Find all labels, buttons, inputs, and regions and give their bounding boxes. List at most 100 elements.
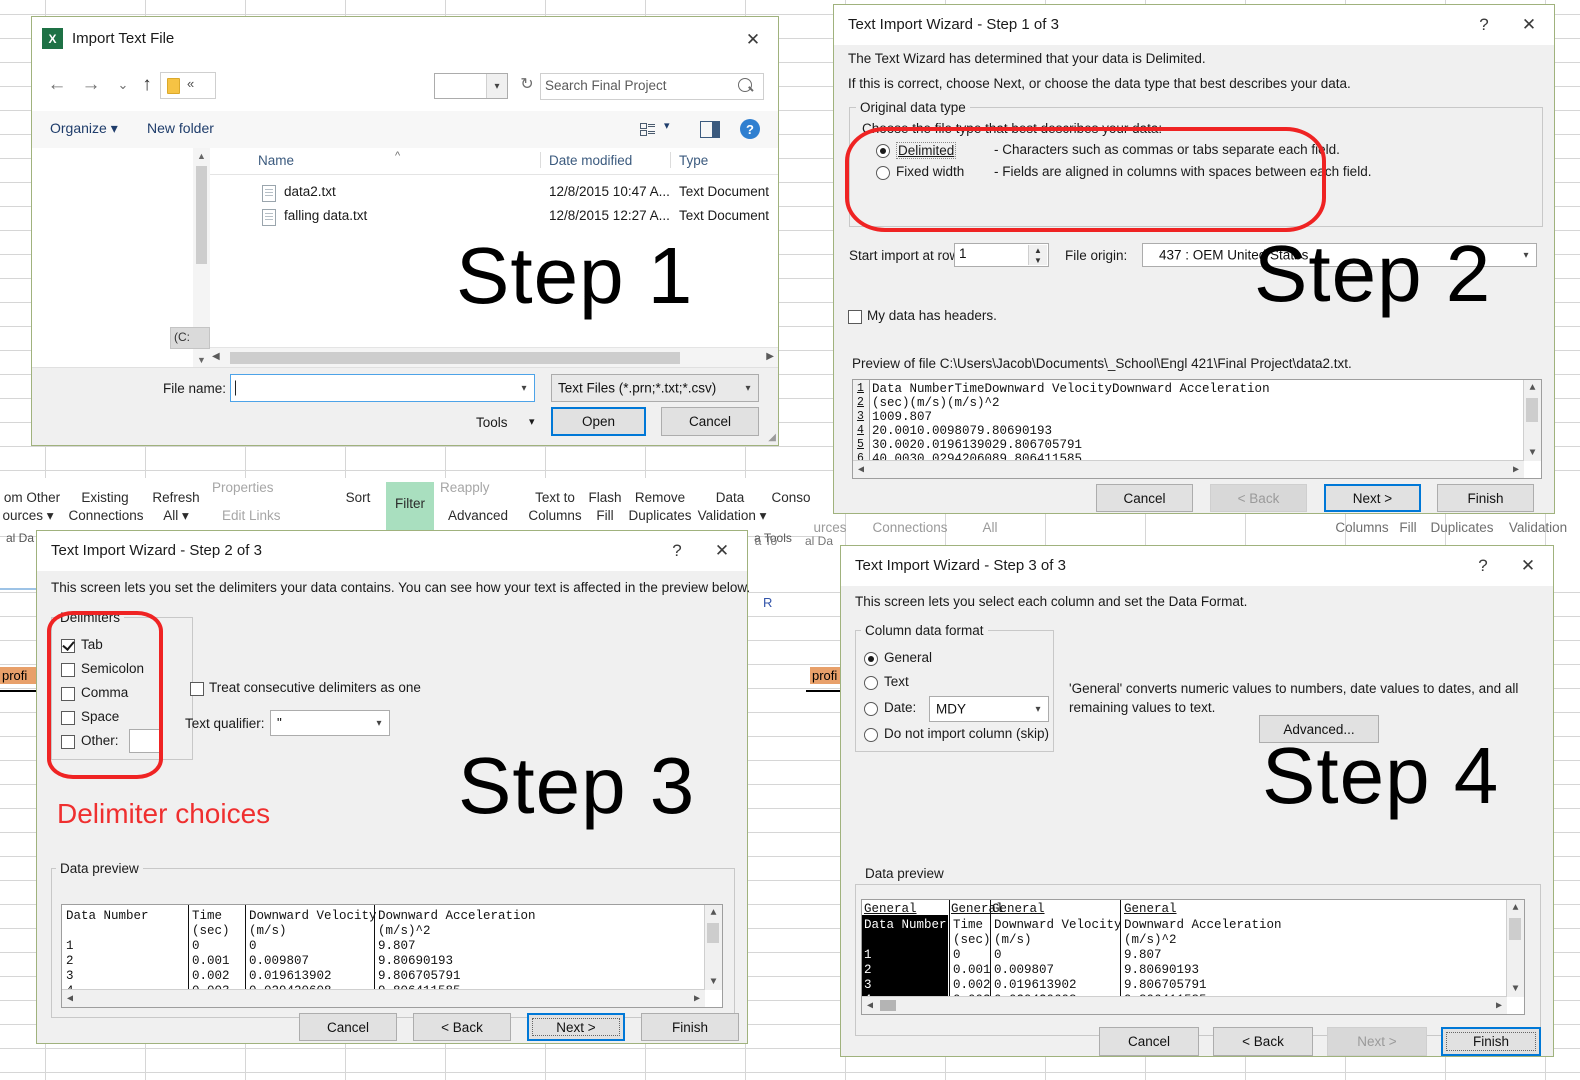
radio-general-label[interactable]: General — [884, 650, 932, 665]
preview-vscrollbar[interactable]: ▲ ▼ — [1506, 900, 1524, 997]
spinner-up-icon[interactable]: ▲ — [1029, 245, 1047, 255]
new-folder-button[interactable]: New folder — [147, 120, 214, 136]
checkbox-other-label[interactable]: Other: — [81, 733, 119, 748]
help-icon[interactable]: ? — [663, 537, 691, 565]
scroll-thumb[interactable] — [1526, 398, 1538, 422]
checkbox-semicolon-label[interactable]: Semicolon — [81, 661, 144, 676]
column-separator[interactable] — [949, 900, 950, 997]
path-dropdown[interactable]: ▾ — [434, 73, 508, 99]
text-qualifier-dropdown[interactable]: " ▾ — [270, 710, 390, 736]
back-icon[interactable]: ← — [42, 71, 72, 99]
next-button[interactable]: Next > — [527, 1013, 625, 1041]
ribbon-from-other-sources[interactable]: om Other — [0, 490, 68, 506]
tools-button[interactable]: Tools — [476, 415, 508, 430]
my-data-has-headers-checkbox[interactable] — [848, 310, 862, 324]
scroll-thumb[interactable] — [196, 166, 207, 264]
cancel-button[interactable]: Cancel — [299, 1013, 397, 1041]
ribbon-refresh[interactable]: Refresh — [148, 490, 204, 506]
back-button[interactable]: < Back — [1213, 1027, 1313, 1056]
scroll-right-icon[interactable]: ▶ — [1508, 461, 1524, 478]
scroll-left-icon[interactable]: ◀ — [862, 997, 878, 1014]
checkbox-space[interactable] — [61, 711, 75, 725]
scroll-down-icon[interactable]: ▼ — [1507, 981, 1524, 997]
format-header[interactable]: General — [864, 902, 917, 916]
radio-delimited-label[interactable]: Delimited — [896, 142, 957, 159]
finish-button[interactable]: Finish — [1441, 1027, 1541, 1056]
ribbon-data[interactable]: Data — [700, 490, 760, 506]
preview-vscrollbar[interactable]: ▲ ▼ — [704, 905, 722, 990]
table-row[interactable]: falling data.txt 12/8/2015 12:27 A... Te… — [210, 206, 778, 230]
scroll-up-icon[interactable]: ▲ — [193, 148, 210, 164]
checkbox-treat-consecutive-label[interactable]: Treat consecutive delimiters as one — [209, 680, 421, 695]
finish-button[interactable]: Finish — [641, 1013, 739, 1041]
spinner-down-icon[interactable]: ▼ — [1029, 255, 1047, 265]
scroll-thumb-horizontal[interactable] — [230, 352, 680, 364]
radio-general[interactable] — [864, 652, 878, 666]
preview-hscrollbar[interactable]: ◀ ▶ — [862, 996, 1507, 1014]
up-icon[interactable]: ↑ — [132, 71, 162, 99]
chevron-down-icon[interactable]: ▾ — [1516, 244, 1536, 266]
scroll-left-icon[interactable]: ◀ — [62, 990, 78, 1007]
ribbon-text-to-columns[interactable]: Columns — [528, 508, 582, 524]
ribbon-r-connections[interactable]: Connections — [862, 520, 958, 536]
close-icon[interactable]: ✕ — [736, 26, 770, 54]
forward-icon[interactable]: → — [76, 71, 106, 99]
preview-hscrollbar[interactable]: ◀ ▶ — [853, 460, 1524, 478]
checkbox-comma[interactable] — [61, 687, 75, 701]
help-icon[interactable]: ? — [1469, 552, 1497, 580]
scroll-up-icon[interactable]: ▲ — [1507, 900, 1524, 916]
format-header[interactable]: General — [1124, 902, 1177, 916]
radio-skip-column-label[interactable]: Do not import column (skip) — [884, 726, 1049, 741]
ribbon-from-other-sources-caret[interactable]: ources ▾ — [0, 508, 64, 524]
close-icon[interactable]: ✕ — [1512, 11, 1546, 39]
organize-button[interactable]: Organize ▾ — [50, 120, 118, 137]
file-list-hscrollbar[interactable]: ◀ ▶ — [210, 347, 778, 368]
radio-date-label[interactable]: Date: — [884, 700, 916, 715]
cancel-button[interactable]: Cancel — [1096, 484, 1193, 512]
ribbon-r-validation[interactable]: Validation — [1500, 520, 1576, 536]
scroll-right-icon[interactable]: ▶ — [1491, 997, 1507, 1014]
ribbon-remove[interactable]: Remove — [626, 490, 694, 506]
other-delimiter-input[interactable] — [129, 729, 163, 753]
preview-pane-icon[interactable] — [700, 121, 720, 138]
cancel-button[interactable]: Cancel — [1099, 1027, 1199, 1056]
file-type-dropdown[interactable]: Text Files (*.prn;*.txt;*.csv) ▾ — [551, 374, 759, 402]
checkbox-tab-label[interactable]: Tab — [81, 637, 103, 652]
scroll-left-icon[interactable]: ◀ — [853, 461, 869, 478]
date-format-dropdown[interactable]: MDY ▾ — [929, 696, 1049, 722]
preview-hscrollbar[interactable]: ◀ ▶ — [62, 989, 705, 1007]
radio-delimited[interactable] — [876, 144, 890, 158]
chevron-down-icon[interactable]: ▾ — [1028, 697, 1048, 721]
chevron-down-icon[interactable]: ▾ — [514, 375, 534, 401]
scroll-thumb-horizontal[interactable] — [880, 1000, 896, 1011]
ribbon-remove-duplicates[interactable]: Duplicates — [622, 508, 698, 524]
scroll-thumb[interactable] — [1509, 918, 1521, 940]
ribbon-refresh-all[interactable]: All ▾ — [148, 508, 204, 524]
tools-caret-icon[interactable]: ▾ — [529, 415, 535, 428]
ribbon-r-all[interactable]: All — [970, 520, 1010, 536]
radio-date[interactable] — [864, 702, 878, 716]
open-button[interactable]: Open — [551, 407, 646, 436]
radio-text-label[interactable]: Text — [884, 674, 909, 689]
ribbon-existing-connections[interactable]: Connections — [62, 508, 150, 524]
scroll-right-icon[interactable]: ▶ — [766, 351, 774, 362]
back-button[interactable]: < Back — [413, 1013, 511, 1041]
file-name-input[interactable]: ▾ — [230, 374, 535, 402]
column-header-date-modified[interactable]: Date modified — [549, 153, 632, 168]
radio-text[interactable] — [864, 676, 878, 690]
ribbon-flash-fill[interactable]: Fill — [586, 508, 624, 524]
start-row-spinner[interactable]: ▲ ▼ — [1028, 245, 1047, 265]
my-data-has-headers-label[interactable]: My data has headers. — [867, 308, 997, 323]
breadcrumb[interactable]: « — [160, 72, 216, 99]
finish-button[interactable]: Finish — [1437, 484, 1534, 512]
column-separator[interactable] — [188, 905, 189, 990]
checkbox-comma-label[interactable]: Comma — [81, 685, 128, 700]
chevron-down-icon[interactable]: ▾ — [369, 711, 389, 735]
column-separator[interactable] — [245, 905, 246, 990]
scroll-down-icon[interactable]: ▼ — [193, 352, 210, 368]
column-separator[interactable] — [1120, 900, 1121, 997]
checkbox-tab[interactable] — [61, 639, 75, 653]
next-button[interactable]: Next > — [1324, 484, 1421, 512]
chevron-down-icon[interactable]: ▾ — [738, 375, 758, 401]
ribbon-filter[interactable]: Filter — [386, 482, 434, 530]
